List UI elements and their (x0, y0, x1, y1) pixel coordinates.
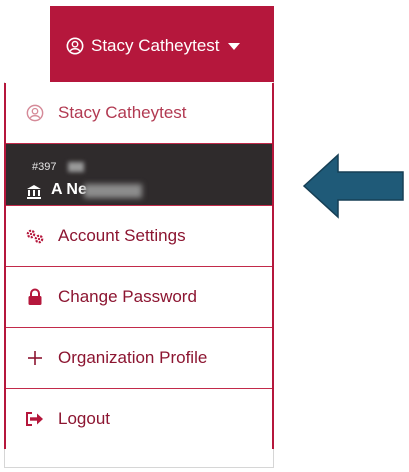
user-menu-toggle[interactable]: Stacy Catheytest (66, 36, 240, 56)
arrow-left-icon (302, 153, 404, 219)
menu-item-label: Organization Profile (58, 348, 208, 367)
menu-item-label: Logout (58, 409, 110, 428)
menu-item-label: Stacy Catheytest (58, 103, 187, 122)
redacted-account-name (84, 184, 142, 198)
bank-icon (26, 184, 42, 205)
menu-item-logout[interactable]: Logout (6, 389, 272, 449)
plus-icon (24, 350, 46, 366)
top-bar: Stacy Catheytest (4, 6, 274, 82)
account-number: #397 (32, 161, 57, 173)
user-circle-icon (24, 104, 46, 122)
lock-icon (24, 288, 46, 306)
account-name: A Ne (51, 181, 87, 198)
menu-item-label: Account Settings (58, 226, 186, 245)
redacted-account-number (68, 162, 84, 172)
caret-down-icon (227, 42, 240, 50)
sign-out-icon (24, 411, 46, 427)
menu-item-account-settings[interactable]: Account Settings (6, 206, 272, 267)
gears-icon (24, 228, 46, 244)
user-circle-icon (66, 37, 84, 55)
menu-item-label: Change Password (58, 287, 197, 306)
user-dropdown-menu: Stacy Catheytest #397 A Ne Account Setti… (4, 83, 274, 449)
user-name: Stacy Catheytest (91, 36, 220, 55)
menu-item-profile[interactable]: Stacy Catheytest (6, 83, 272, 144)
menu-item-organization-profile[interactable]: Organization Profile (6, 328, 272, 389)
menu-item-change-password[interactable]: Change Password (6, 267, 272, 328)
menu-item-account[interactable]: #397 A Ne (6, 144, 272, 206)
